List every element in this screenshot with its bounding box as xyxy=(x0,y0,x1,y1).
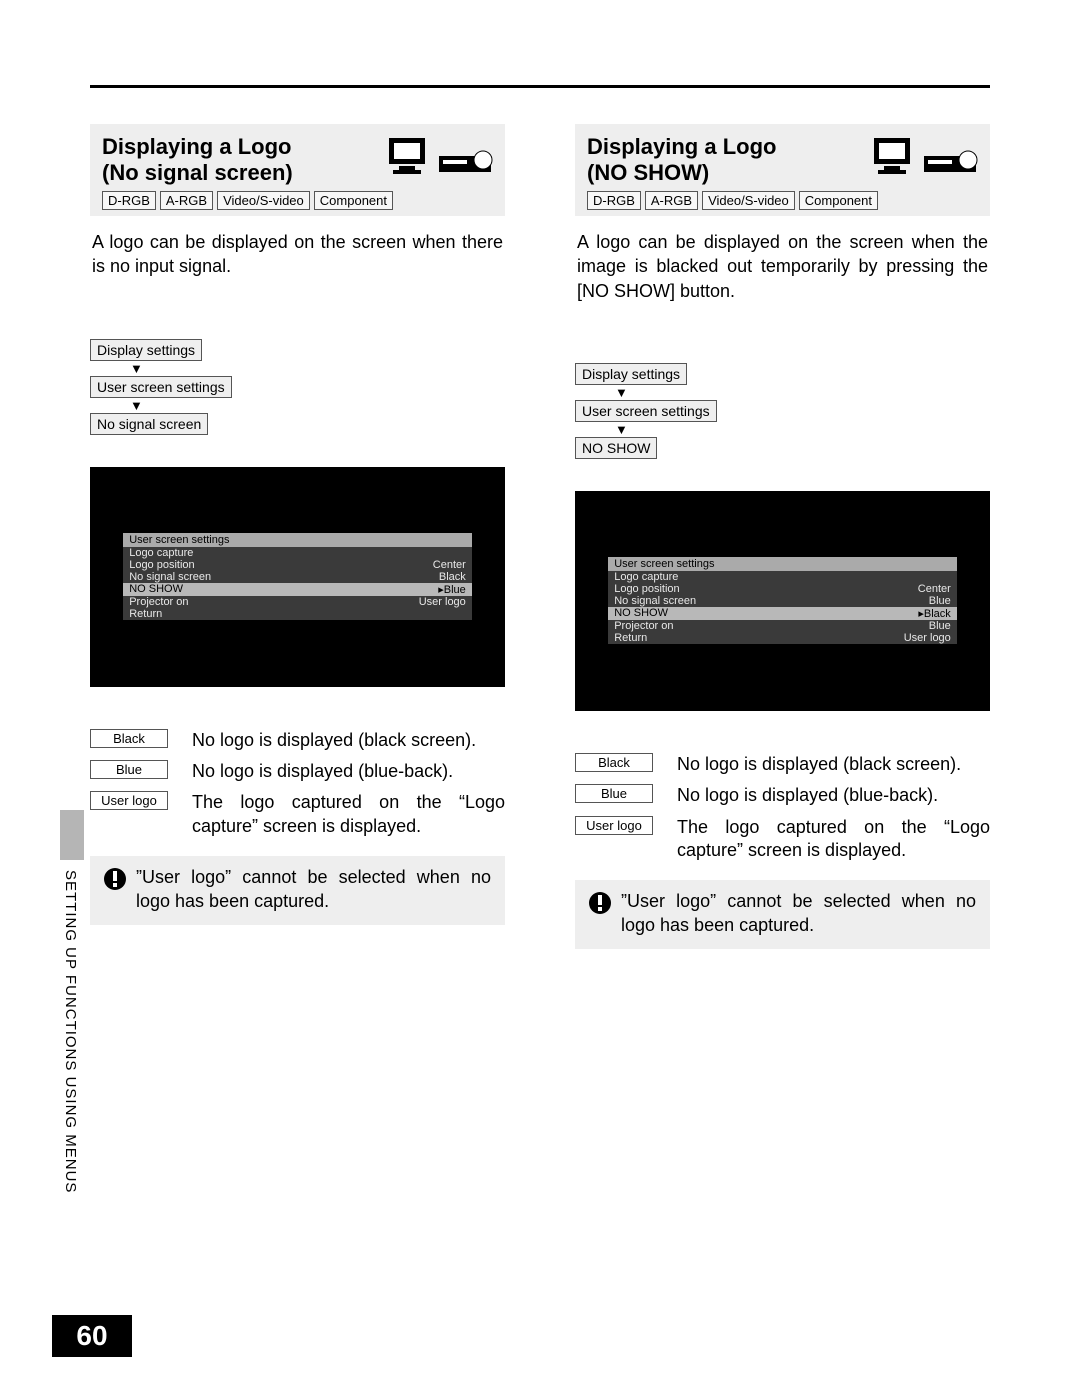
option-label: Blue xyxy=(575,784,653,803)
option-label: User logo xyxy=(90,791,168,810)
option-label: User logo xyxy=(575,816,653,835)
note-text: ”User logo” cannot be selected when no l… xyxy=(621,890,976,937)
option-label: Black xyxy=(90,729,168,748)
input-tag: Video/S-video xyxy=(217,191,310,210)
warning-icon xyxy=(589,892,611,914)
column-left: Displaying a Logo (No signal screen) D-R… xyxy=(90,124,505,949)
options-left: Black No logo is displayed (black screen… xyxy=(90,729,505,839)
path-step: NO SHOW xyxy=(575,437,657,459)
osd-preview-right: User screen settings Logo capture Logo p… xyxy=(575,491,990,711)
arrow-down-icon: ▼ xyxy=(130,362,505,375)
note-text: ”User logo” cannot be selected when no l… xyxy=(136,866,491,913)
osd-preview-left: User screen settings Logo capture Logo p… xyxy=(90,467,505,687)
osd-row: Return xyxy=(123,608,472,620)
path-step: User screen settings xyxy=(90,376,232,398)
option-desc: The logo captured on the “Logo capture” … xyxy=(677,816,990,863)
input-tag: Video/S-video xyxy=(702,191,795,210)
arrow-down-icon: ▼ xyxy=(615,386,990,399)
option-row: Black No logo is displayed (black screen… xyxy=(90,729,505,752)
option-desc: No logo is displayed (black screen). xyxy=(192,729,505,752)
title-line1: Displaying a Logo xyxy=(102,134,291,159)
option-desc: No logo is displayed (blue-back). xyxy=(192,760,505,783)
title-line2: (No signal screen) xyxy=(102,160,293,185)
intro-right: A logo can be displayed on the screen wh… xyxy=(577,230,988,303)
title-line2: (NO SHOW) xyxy=(587,160,709,185)
option-desc: No logo is displayed (black screen). xyxy=(677,753,990,776)
warning-icon xyxy=(104,868,126,890)
top-rule xyxy=(90,85,990,88)
input-tag: A-RGB xyxy=(160,191,213,210)
section-label: SETTING UP FUNCTIONS USING MENUS xyxy=(62,870,79,1193)
monitor-icon xyxy=(870,136,914,176)
column-right: Displaying a Logo (NO SHOW) D-RGB A-RGB … xyxy=(575,124,990,949)
intro-left: A logo can be displayed on the screen wh… xyxy=(92,230,503,279)
osd-header: User screen settings xyxy=(608,557,957,571)
path-step: Display settings xyxy=(575,363,687,385)
arrow-down-icon: ▼ xyxy=(130,399,505,412)
osd-row: Logo capture xyxy=(123,547,472,559)
osd-row: ReturnUser logo xyxy=(608,632,957,644)
side-tab xyxy=(60,810,84,860)
path-step: No signal screen xyxy=(90,413,208,435)
page-number: 60 xyxy=(52,1315,132,1357)
menu-path-left: Display settings ▼ User screen settings … xyxy=(90,339,505,435)
osd-row-selected: NO SHOW▸Black xyxy=(608,607,957,620)
section-header-left: Displaying a Logo (No signal screen) D-R… xyxy=(90,124,505,216)
path-step: Display settings xyxy=(90,339,202,361)
option-row: User logo The logo captured on the “Logo… xyxy=(90,791,505,838)
note-right: ”User logo” cannot be selected when no l… xyxy=(575,880,990,949)
option-row: Blue No logo is displayed (blue-back). xyxy=(90,760,505,783)
input-tags-right: D-RGB A-RGB Video/S-video Component xyxy=(587,191,978,210)
input-tag: D-RGB xyxy=(102,191,156,210)
section-header-right: Displaying a Logo (NO SHOW) D-RGB A-RGB … xyxy=(575,124,990,216)
osd-row-selected: NO SHOW▸Blue xyxy=(123,583,472,596)
osd-header: User screen settings xyxy=(123,533,472,547)
osd-row: Logo capture xyxy=(608,571,957,583)
option-row: Blue No logo is displayed (blue-back). xyxy=(575,784,990,807)
osd-row: No signal screenBlue xyxy=(608,595,957,607)
options-right: Black No logo is displayed (black screen… xyxy=(575,753,990,863)
option-label: Blue xyxy=(90,760,168,779)
option-row: Black No logo is displayed (black screen… xyxy=(575,753,990,776)
input-tag: D-RGB xyxy=(587,191,641,210)
header-icons-right xyxy=(870,136,982,176)
path-step: User screen settings xyxy=(575,400,717,422)
input-tag: A-RGB xyxy=(645,191,698,210)
option-label: Black xyxy=(575,753,653,772)
osd-row: Projector onUser logo xyxy=(123,596,472,608)
note-left: ”User logo” cannot be selected when no l… xyxy=(90,856,505,925)
projector-icon xyxy=(922,148,982,176)
menu-path-right: Display settings ▼ User screen settings … xyxy=(575,363,990,459)
monitor-icon xyxy=(385,136,429,176)
arrow-down-icon: ▼ xyxy=(615,423,990,436)
option-desc: The logo captured on the “Logo capture” … xyxy=(192,791,505,838)
input-tag: Component xyxy=(799,191,878,210)
option-desc: No logo is displayed (blue-back). xyxy=(677,784,990,807)
osd-row: Logo positionCenter xyxy=(123,559,472,571)
title-line1: Displaying a Logo xyxy=(587,134,776,159)
option-row: User logo The logo captured on the “Logo… xyxy=(575,816,990,863)
header-icons-left xyxy=(385,136,497,176)
input-tag: Component xyxy=(314,191,393,210)
projector-icon xyxy=(437,148,497,176)
input-tags-left: D-RGB A-RGB Video/S-video Component xyxy=(102,191,493,210)
osd-row: Logo positionCenter xyxy=(608,583,957,595)
osd-row: No signal screenBlack xyxy=(123,571,472,583)
osd-row: Projector onBlue xyxy=(608,620,957,632)
